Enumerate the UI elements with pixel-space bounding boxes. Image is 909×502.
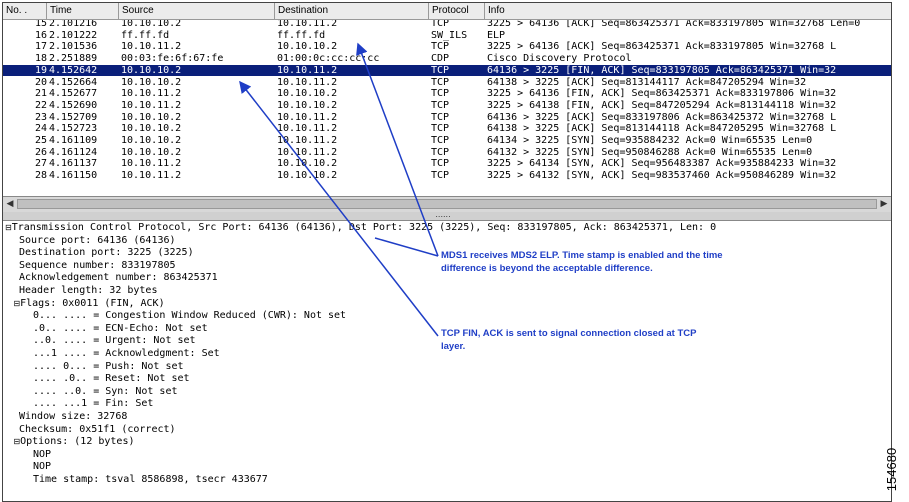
arrow-elp-secondary <box>374 237 439 257</box>
arrow-to-fin-ack <box>239 80 439 337</box>
arrow-to-elp <box>356 42 439 257</box>
annotation-arrows <box>239 42 439 337</box>
figure-id: 154680 <box>884 447 900 492</box>
